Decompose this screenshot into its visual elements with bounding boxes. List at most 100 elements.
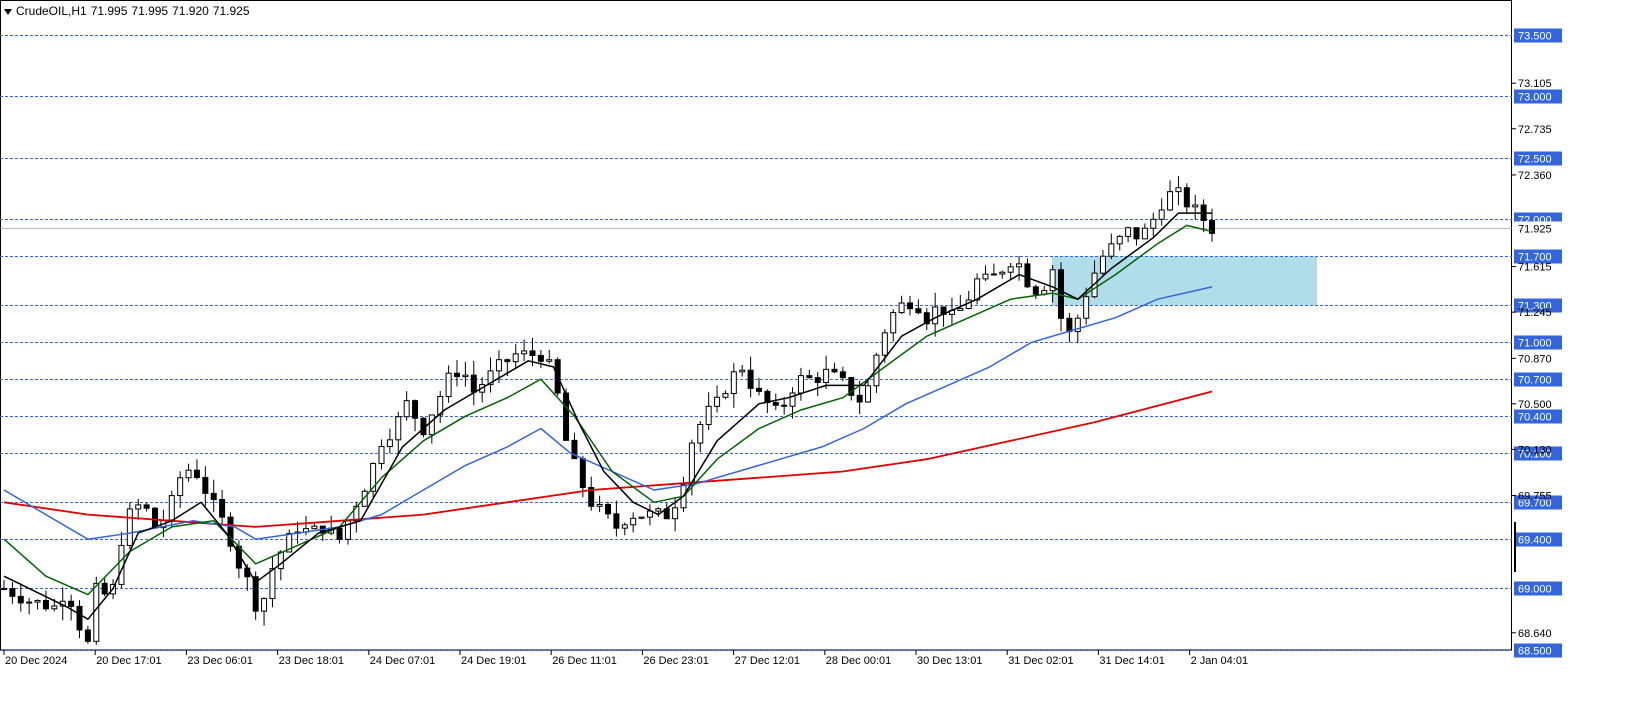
candle-body <box>957 307 964 311</box>
candle-body <box>76 605 83 631</box>
candle-body <box>445 372 452 398</box>
level-label: 73.000 <box>1518 92 1552 104</box>
chart-header: CrudeOIL,H1 71.995 71.995 71.920 71.925 <box>4 4 254 18</box>
candle-body <box>395 416 402 441</box>
candle-body <box>143 504 150 509</box>
candle-body <box>219 498 226 518</box>
candle-body <box>730 371 737 395</box>
candle-body <box>84 629 91 642</box>
candle-body <box>739 369 746 373</box>
candle-body <box>26 601 33 604</box>
candle-body <box>168 495 175 521</box>
candle-body <box>1133 227 1140 240</box>
y-tick-label: 71.615 <box>1518 262 1552 274</box>
low-value: 71.920 <box>172 4 209 18</box>
candle-body <box>1150 218 1157 229</box>
candle-body <box>1192 204 1199 208</box>
candle-body <box>386 439 393 448</box>
candle-body <box>756 387 762 392</box>
candle-body <box>412 400 419 419</box>
high-value: 71.995 <box>131 4 169 18</box>
candle-body <box>697 423 704 444</box>
candle-body <box>529 350 536 356</box>
candle-body <box>772 402 779 406</box>
y-tick-label: 70.500 <box>1518 399 1552 411</box>
y-tick-label: 69.755 <box>1518 491 1552 503</box>
y-tick-label: 70.130 <box>1518 444 1552 456</box>
candle-body <box>42 599 49 610</box>
candle-body <box>655 508 662 512</box>
candle-body <box>881 332 888 356</box>
x-tick-label: 28 Dec 00:01 <box>826 655 891 667</box>
chart-root: 73.500 73.000 72.500 72.000 71.700 71.300 71.0… <box>0 0 1651 706</box>
candle-body <box>9 588 16 597</box>
y-tick-label: 72.735 <box>1518 124 1552 136</box>
candle-body <box>831 368 838 373</box>
candle-body <box>974 278 981 301</box>
candle-body <box>932 306 939 325</box>
plot-frame <box>0 0 1512 651</box>
candle-body <box>823 368 830 383</box>
candle-body <box>596 503 603 507</box>
price-chart[interactable]: 73.50073.00072.50072.00071.70071.30071.0… <box>0 0 1651 706</box>
symbol-label: CrudeOIL,H1 <box>16 4 87 18</box>
current-price-label: 71.925 <box>1518 223 1552 235</box>
candle-body <box>672 507 679 520</box>
candle-body <box>898 302 905 314</box>
candle-body <box>101 582 108 595</box>
candle-body <box>403 400 410 418</box>
candle-body <box>1032 286 1039 295</box>
x-tick-label: 23 Dec 06:01 <box>187 655 252 667</box>
candle-body <box>907 302 913 310</box>
x-tick-label: 20 Dec 17:01 <box>96 655 161 667</box>
candle-body <box>152 507 158 529</box>
level-label: 71.000 <box>1518 338 1552 350</box>
candle-body <box>714 396 721 407</box>
candle-body <box>865 385 872 403</box>
candle-body <box>1 587 7 590</box>
level-label: 69.400 <box>1518 535 1552 547</box>
candle-body <box>470 374 477 393</box>
y-tick-label: 73.105 <box>1518 78 1552 90</box>
candle-body <box>210 492 217 500</box>
dropdown-triangle-icon[interactable] <box>4 8 12 15</box>
candle-body <box>630 517 637 526</box>
candle-body <box>68 600 75 607</box>
candle-body <box>135 504 142 510</box>
candle-body <box>605 503 611 515</box>
candle-body <box>806 375 813 379</box>
candle-body <box>705 405 712 425</box>
candle-body <box>17 595 24 604</box>
candle-body <box>1125 227 1132 237</box>
candle-body <box>1175 187 1182 193</box>
candle-body <box>999 271 1006 275</box>
candle-body <box>462 374 469 378</box>
candle-body <box>1083 296 1090 319</box>
candle-body <box>839 371 846 379</box>
candle-body <box>336 527 343 540</box>
level-label: 68.500 <box>1518 646 1552 658</box>
x-tick-label: 24 Dec 19:01 <box>461 655 526 667</box>
candle-body <box>34 599 41 603</box>
level-label: 70.700 <box>1518 375 1552 387</box>
candle-body <box>93 582 100 642</box>
candle-body <box>856 394 863 403</box>
candle-body <box>428 414 435 436</box>
candle-body <box>126 508 133 546</box>
candle-body <box>269 568 276 600</box>
candle-body <box>202 476 209 494</box>
candle-body <box>1141 227 1148 240</box>
x-tick-label: 23 Dec 18:01 <box>279 655 344 667</box>
candle-body <box>797 375 804 394</box>
candle-body <box>982 273 989 280</box>
open-value: 71.995 <box>90 4 128 18</box>
y-tick-label: 68.640 <box>1518 628 1552 640</box>
close-value: 71.925 <box>212 4 250 18</box>
ema-slow-line <box>3 286 1213 540</box>
x-tick-label: 20 Dec 2024 <box>5 655 67 667</box>
candle-body <box>261 598 268 612</box>
candle-body <box>512 353 519 363</box>
candle-body <box>890 312 897 334</box>
candle-body <box>51 605 58 610</box>
level-label: 70.400 <box>1518 412 1552 424</box>
